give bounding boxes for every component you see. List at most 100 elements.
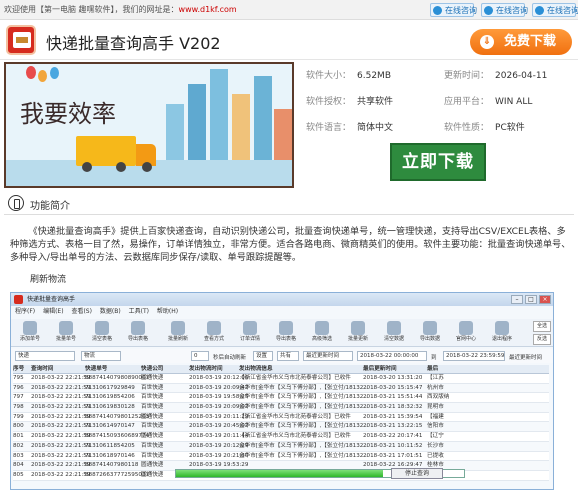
menu-tools[interactable]: 工具(T) <box>129 308 149 315</box>
table-cell: 【浙江省金华市义乌市北苑泰睿公司】已收件 <box>239 433 351 440</box>
select-all-button[interactable]: 全选 <box>533 321 551 332</box>
table-cell: 2018-03-22 22:21:59 <box>31 404 91 411</box>
app-screenshot: 快递批量查询高手 – □ × 程序(F) 编辑(E) 查看(S) 数据(B) 工… <box>10 292 554 490</box>
tool-export[interactable]: 导出表格 <box>121 321 155 345</box>
menu-edit[interactable]: 编辑(E) <box>43 308 63 315</box>
table-row[interactable]: 795 2018-03-22 22:21:59 888741407980890067… <box>13 374 549 384</box>
close-icon[interactable]: × <box>539 295 551 304</box>
exit-icon <box>495 321 509 335</box>
table-cell: 2018-03-22 22:21:59 <box>31 452 91 459</box>
minimize-icon[interactable]: – <box>511 295 523 304</box>
app-logo-icon <box>6 25 36 55</box>
table-cell: 【浙江省金华市义乌市北苑泰睿公司】已收件 <box>239 413 351 420</box>
tool-export-data[interactable]: 导出数据 <box>413 321 447 345</box>
app-menubar: 程序(F) 编辑(E) 查看(S) 数据(B) 工具(T) 帮助(H) <box>11 307 184 317</box>
courier-select[interactable]: 快递 <box>15 351 75 361</box>
column-header[interactable]: 序号 <box>13 365 24 374</box>
tool-update[interactable]: 批量更新 <box>341 321 375 345</box>
site-url-link[interactable]: www.d1kf.com <box>179 5 237 14</box>
column-header[interactable]: 最后更新时间 <box>363 365 397 374</box>
date-from-input[interactable]: 2018-03-22 00:00:00 <box>357 351 427 361</box>
table-cell: 2018-03-20 15:15:47 <box>363 384 423 391</box>
table-cell: 【福建 <box>427 413 444 420</box>
tool-view[interactable]: 查看方式 <box>197 321 231 345</box>
column-header[interactable]: 发出物流信息 <box>239 365 273 374</box>
table-cell: 【江苏 <box>427 375 444 381</box>
online-consult-button-3[interactable]: 在线咨询 <box>532 3 578 17</box>
table-row[interactable]: 796 2018-03-22 22:21:59 71310617929849 百世快递… <box>13 383 549 394</box>
table-cell: 2018-03-20 13:31:20 <box>363 375 423 381</box>
software-header: 快递批量查询高手 V202 ⇓ 免费下载 <box>0 22 578 60</box>
menu-view[interactable]: 查看(S) <box>71 308 92 315</box>
settings-button[interactable]: 设置 <box>253 351 273 361</box>
table-cell: 长沙市 <box>427 442 444 449</box>
filter-bar: 快递 物流 0 秒后自动刷新 设置 共有 最近更新时间 2018-03-22 0… <box>11 349 553 363</box>
maximize-icon[interactable]: □ <box>525 295 537 304</box>
table-row[interactable]: 798 2018-03-22 22:21:59 71310619830128 百世快递… <box>13 403 549 413</box>
table-cell: 百世快递 <box>141 452 164 459</box>
all-select[interactable]: 共有 <box>277 351 299 361</box>
table-row[interactable]: 802 2018-03-22 22:21:59 71310611854205 百世快递… <box>13 441 549 452</box>
table-cell: 803 <box>13 452 24 459</box>
download-now-button[interactable]: 立即下载 <box>390 143 486 181</box>
feature-section-header: 功能简介 <box>4 193 574 215</box>
tool-exit[interactable]: 退出程序 <box>485 321 519 345</box>
table-row[interactable]: 803 2018-03-22 22:21:59 71310618970146 百世快递… <box>13 451 549 462</box>
table-cell: 888741509360689774 <box>85 433 150 440</box>
stop-query-button[interactable]: 停止查询 <box>391 468 443 479</box>
app-window-icon <box>14 295 23 304</box>
table-cell: 805 <box>13 471 24 478</box>
intro-icon <box>8 195 24 211</box>
top-bar: 欢迎使用【第一电脑 趣嘿软件】，我们的网址是：www.d1kf.com 在线咨询… <box>0 0 578 20</box>
table-cell: 百世快递 <box>141 423 164 430</box>
language-row: 软件语言： 简体中文 <box>306 123 394 133</box>
filter-icon <box>315 321 329 335</box>
tool-add[interactable]: 添加单号 <box>13 321 47 345</box>
menu-help[interactable]: 帮助(H) <box>157 308 178 315</box>
table-row[interactable]: 799 2018-03-22 22:21:59 888741407980125263… <box>13 412 549 423</box>
table-header: 序号 查询时间 快递单号 快递公司 发出物流时间 发出物流信息 最后更新时间 最后 <box>13 365 549 374</box>
recent-update-label: 最近更新时间 <box>509 355 543 361</box>
section-title: 功能简介 <box>30 201 70 212</box>
table-row[interactable]: 801 2018-03-22 22:21:59 888741509360689774… <box>13 432 549 442</box>
free-download-button[interactable]: ⇓ 免费下载 <box>470 29 572 55</box>
welcome-text: 欢迎使用【第一电脑 趣嘿软件】，我们的网址是：www.d1kf.com <box>4 5 237 14</box>
recent-update-select[interactable]: 最近更新时间 <box>303 351 353 361</box>
online-consult-button-1[interactable]: 在线咨询 <box>430 3 477 17</box>
tool-filter[interactable]: 高级筛选 <box>305 321 339 345</box>
table-icon <box>279 321 293 335</box>
app-window-titlebar: 快递批量查询高手 – □ × <box>11 293 553 306</box>
menu-data[interactable]: 数据(B) <box>100 308 121 315</box>
tool-detail[interactable]: 订单详情 <box>233 321 267 345</box>
tool-refresh[interactable]: 批量刷新 <box>161 321 195 345</box>
table-row[interactable]: 800 2018-03-22 22:21:59 71310614970147 百世快递… <box>13 422 549 433</box>
invert-select-button[interactable]: 反选 <box>533 334 551 345</box>
tool-batch[interactable]: 批量单号 <box>49 321 83 345</box>
column-header[interactable]: 快递公司 <box>141 365 163 374</box>
trash-icon <box>387 321 401 335</box>
interval-input[interactable]: 0 <box>191 351 209 361</box>
column-header[interactable]: 发出物流时间 <box>189 365 223 374</box>
table-row[interactable]: 797 2018-03-22 22:21:59 71310619854206 百世快递… <box>13 393 549 404</box>
table-cell: 71310619830128 <box>85 404 135 411</box>
column-header[interactable]: 最后 <box>427 365 438 374</box>
nature-row: 软件性质： PC软件 <box>444 123 525 133</box>
table-cell: 71310619854206 <box>85 394 135 401</box>
tool-clear[interactable]: 清空表格 <box>85 321 119 345</box>
status-select[interactable]: 物流 <box>81 351 121 361</box>
auto-refresh-label: 秒后自动刷新 <box>213 355 247 361</box>
menu-program[interactable]: 程序(F) <box>15 308 35 315</box>
tool-export-table[interactable]: 导出表格 <box>269 321 303 345</box>
table-cell: 71310611854205 <box>85 442 135 449</box>
online-consult-button-2[interactable]: 在线咨询 <box>481 3 528 17</box>
column-header[interactable]: 查询时间 <box>31 365 53 374</box>
table-cell: 金华市[金华市【义乌下傅分部】,【张立付/18132... <box>239 384 369 391</box>
table-cell: 888741407980890067 <box>85 375 150 381</box>
table-cell: 圆通快递 <box>141 433 164 440</box>
date-to-input[interactable]: 2018-03-22 23:59:59 <box>443 351 505 361</box>
table-cell: 西双版纳 <box>427 394 450 401</box>
column-header[interactable]: 快递单号 <box>85 365 107 374</box>
tool-clear-data[interactable]: 清空数据 <box>377 321 411 345</box>
tool-website[interactable]: 官网中心 <box>449 321 483 345</box>
table-cell: 金华市[金华市【义乌下傅分部】,【张立付/18132... <box>239 452 369 459</box>
